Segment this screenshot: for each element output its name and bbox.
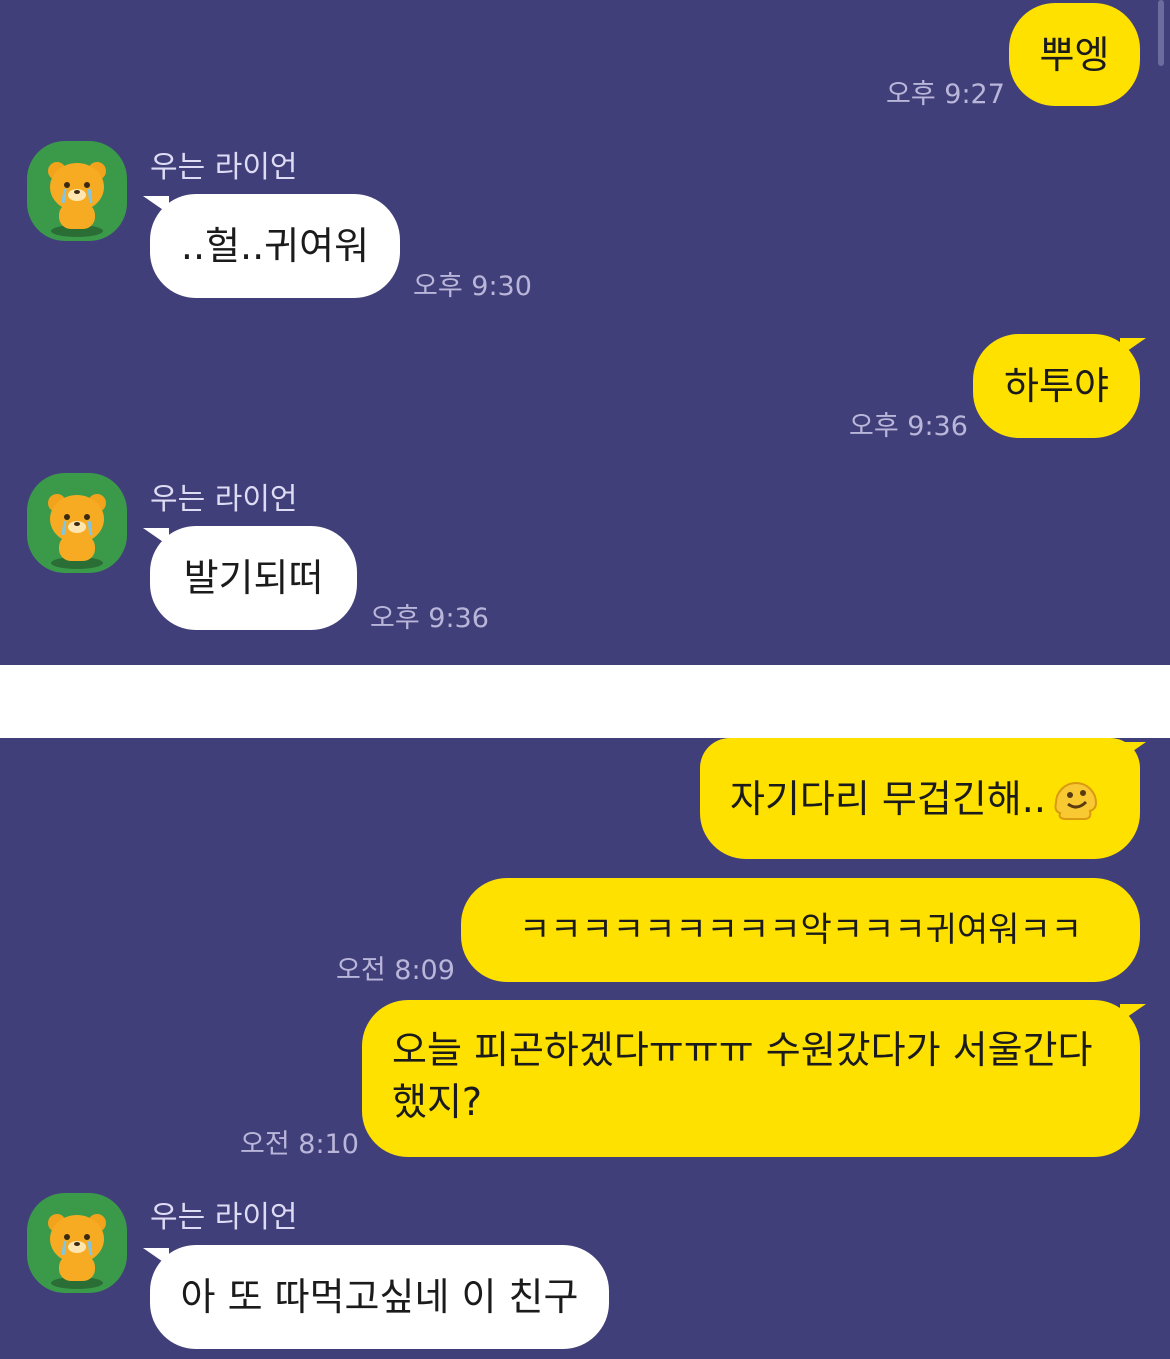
message-text: 오늘 피곤하겠다ㅠㅠㅠ 수원갔다가 서울간다 했지?	[392, 1028, 1093, 1124]
bubble-tail	[1120, 742, 1146, 760]
timestamp: 오후 9:27	[886, 79, 1005, 110]
bubble-tail	[1120, 1004, 1146, 1022]
crying-lion-avatar-icon[interactable]	[27, 141, 127, 241]
crying-lion-avatar-icon[interactable]	[27, 1193, 127, 1293]
sender-name: 우는 라이언	[150, 1200, 298, 1235]
screenshot-separator	[0, 665, 1170, 738]
melting-face-emoji-icon	[1050, 773, 1102, 825]
scrollbar[interactable]	[1158, 0, 1164, 66]
my-message-bubble[interactable]: 뿌엥	[1009, 3, 1140, 106]
message-text: 아 또 따먹고싶네 이 친구	[180, 1275, 579, 1319]
chat-screenshot-2: 자기다리 무겁긴해.. 오전 8:09 ㅋㅋㅋㅋㅋㅋㅋㅋㅋ악ㅋㅋㅋ귀여워ㅋㅋ 오…	[0, 738, 1170, 1359]
their-message-bubble[interactable]: ..헐..귀여워	[150, 194, 400, 298]
their-message-bubble[interactable]: 발기되떠	[150, 526, 357, 630]
message-text: ㅋㅋㅋㅋㅋㅋㅋㅋㅋ악ㅋㅋㅋ귀여워ㅋㅋ	[518, 910, 1083, 950]
crying-lion-avatar-icon[interactable]	[27, 473, 127, 573]
my-message-bubble[interactable]: ㅋㅋㅋㅋㅋㅋㅋㅋㅋ악ㅋㅋㅋ귀여워ㅋㅋ	[461, 878, 1140, 982]
chat-screenshot-1: 오후 9:27 뿌엥 우는 라이언 ..헐..귀여워 오후 9:30 오후 9:…	[0, 0, 1170, 665]
my-message-bubble[interactable]: 오늘 피곤하겠다ㅠㅠㅠ 수원갔다가 서울간다 했지?	[362, 1000, 1140, 1157]
their-message-bubble[interactable]: 아 또 따먹고싶네 이 친구	[150, 1245, 609, 1349]
sender-name: 우는 라이언	[150, 482, 298, 517]
timestamp: 오후 9:36	[370, 603, 489, 634]
timestamp: 오후 9:30	[413, 271, 532, 302]
my-message-bubble[interactable]: 자기다리 무겁긴해..	[700, 738, 1140, 859]
my-message-bubble[interactable]: 하투야	[973, 334, 1140, 438]
sender-name: 우는 라이언	[150, 150, 298, 185]
timestamp: 오후 9:36	[849, 411, 968, 442]
message-text: ..헐..귀여워	[180, 224, 370, 268]
message-text: 뿌엥	[1039, 32, 1110, 77]
timestamp: 오전 8:09	[336, 955, 455, 986]
message-text: 자기다리 무겁긴해..	[730, 776, 1046, 821]
bubble-tail	[1120, 338, 1146, 356]
message-text: 발기되떠	[183, 556, 324, 600]
timestamp: 오전 8:10	[240, 1129, 359, 1160]
message-text: 하투야	[1004, 364, 1109, 408]
